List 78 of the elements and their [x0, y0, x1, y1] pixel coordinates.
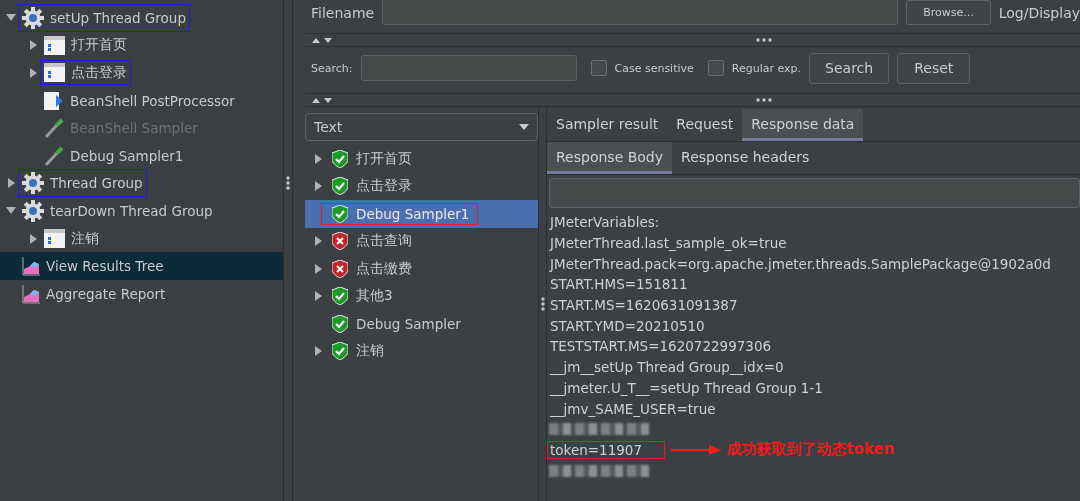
- tree-item[interactable]: tearDown Thread Group: [0, 197, 283, 225]
- pipette-icon: [44, 145, 64, 166]
- reset-button[interactable]: Reset: [897, 52, 971, 84]
- chart-icon: [22, 283, 40, 304]
- controller-icon: [44, 229, 65, 249]
- find-field[interactable]: [549, 178, 1080, 208]
- expand-arrow-icon[interactable]: [314, 263, 322, 274]
- checkbox[interactable]: [707, 60, 724, 76]
- renderer-dropdown[interactable]: Text: [305, 113, 538, 141]
- tab[interactable]: Response Body: [547, 142, 673, 174]
- collapse-arrow-icon[interactable]: [6, 14, 16, 22]
- expand-arrow-icon[interactable]: [314, 291, 322, 302]
- grip-dots-icon[interactable]: [755, 98, 772, 102]
- result-item[interactable]: 其他3: [305, 282, 538, 310]
- checkbox-label: Case sensitive: [614, 61, 694, 75]
- response-line: __jmv_SAME_USER=true: [549, 399, 717, 418]
- tree-item[interactable]: View Results Tree: [0, 252, 283, 280]
- tab[interactable]: Response data: [742, 109, 864, 141]
- response-line: __jmeter.U_T__=setUp Thread Group 1-1: [549, 378, 824, 397]
- collapse-arrow-icon[interactable]: [6, 207, 16, 215]
- search-field[interactable]: [360, 55, 577, 81]
- response-line: __jm__setUp Thread Group__idx=0: [549, 358, 785, 377]
- controller-icon: [44, 35, 65, 55]
- tab[interactable]: Request: [667, 109, 743, 141]
- grip-dots-icon[interactable]: [540, 297, 545, 311]
- response-line: START.HMS=151811: [549, 275, 689, 294]
- tree-item[interactable]: 点击登录: [0, 59, 283, 87]
- result-item[interactable]: Debug Sampler1: [305, 200, 538, 228]
- expand-arrow-icon[interactable]: [314, 236, 322, 247]
- tree-item[interactable]: Debug Sampler1: [0, 141, 283, 170]
- response-line: JMeterVariables:: [548, 213, 661, 232]
- search-button[interactable]: Search: [809, 52, 890, 84]
- gear-icon: [22, 172, 44, 195]
- tree-item[interactable]: 注销: [0, 224, 283, 253]
- expand-arrow-icon[interactable]: [314, 346, 322, 357]
- tab[interactable]: Response headers: [672, 142, 819, 174]
- response-line: JMeterThread.last_sample_ok=true: [548, 234, 788, 253]
- result-item[interactable]: 注销: [305, 337, 538, 365]
- controller-icon: [44, 63, 65, 83]
- log-display-label: Log/Display: [998, 4, 1080, 21]
- response-line: START.YMD=20210510: [549, 316, 706, 335]
- gear-icon: [22, 199, 44, 222]
- chart-icon: [22, 256, 40, 277]
- collapse-arrows-icon[interactable]: [311, 97, 333, 103]
- pipette-icon: [44, 118, 64, 139]
- checkbox-label: Regular exp.: [731, 61, 802, 75]
- expand-arrow-icon[interactable]: [29, 40, 37, 51]
- annotation-note: 成功获取到了动态token: [727, 440, 895, 460]
- gear-icon: [22, 6, 44, 29]
- search-label: Search:: [311, 61, 353, 75]
- tree-item[interactable]: Thread Group: [0, 169, 283, 198]
- result-item[interactable]: 点击缴费: [305, 255, 538, 283]
- expand-arrow-icon[interactable]: [7, 178, 15, 189]
- filename-label: Filename: [311, 4, 375, 21]
- result-item[interactable]: 打开首页: [305, 145, 538, 173]
- checkbox[interactable]: [590, 60, 607, 76]
- browse-button[interactable]: Browse...: [906, 0, 991, 25]
- response-line: TESTSTART.MS=1620722997306: [549, 337, 773, 356]
- tree-item[interactable]: 打开首页: [0, 31, 283, 60]
- result-item[interactable]: Debug Sampler: [305, 310, 538, 338]
- expand-arrow-icon[interactable]: [29, 233, 37, 244]
- response-line: START.MS=1620631091387: [549, 296, 739, 315]
- caret-icon: [519, 124, 529, 130]
- grip-dots-icon[interactable]: [755, 38, 772, 42]
- arrow: [671, 444, 721, 455]
- response-line: JMeterThread.pack=org.apache.jmeter.threads.SamplePackage@1902a0d: [548, 254, 1052, 273]
- filename-field[interactable]: [382, 0, 899, 25]
- tab[interactable]: Sampler result: [547, 109, 668, 141]
- expand-arrow-icon[interactable]: [29, 68, 37, 78]
- collapse-arrows-icon[interactable]: [311, 37, 333, 43]
- result-item[interactable]: 点击登录: [305, 172, 538, 200]
- expand-arrow-icon[interactable]: [314, 153, 322, 164]
- grip-dots-icon[interactable]: [286, 175, 290, 190]
- tree-item[interactable]: BeanShell PostProcessor: [0, 86, 283, 115]
- page-arrow-icon: [44, 90, 64, 111]
- expand-arrow-icon[interactable]: [314, 181, 322, 192]
- result-item[interactable]: 点击查询: [305, 227, 538, 255]
- tree-item[interactable]: Aggregate Report: [0, 279, 283, 308]
